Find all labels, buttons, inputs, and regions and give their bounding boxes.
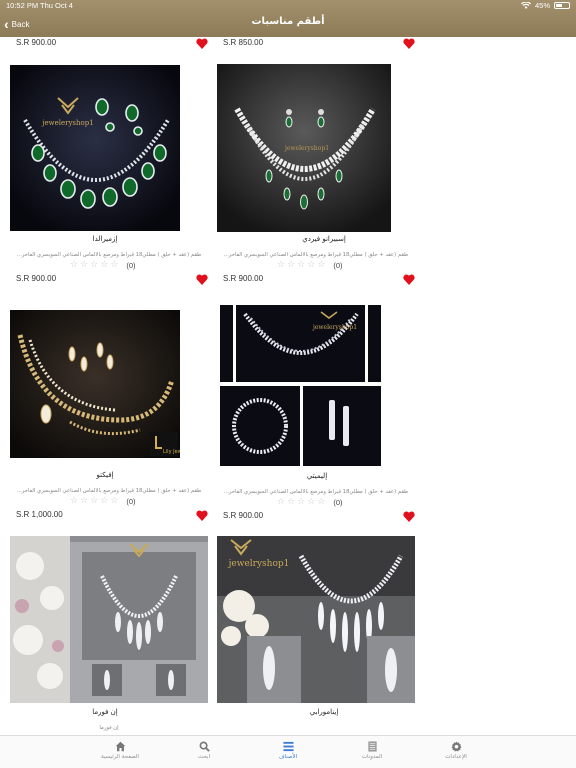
product-image[interactable]: jeweleryshop1 xyxy=(10,65,180,231)
svg-text:jeweleryshop1: jeweleryshop1 xyxy=(312,324,357,331)
star-icon: ☆ xyxy=(277,260,286,270)
rating-count: (0) xyxy=(333,498,343,507)
tab-label: الأصناف xyxy=(278,754,298,760)
svg-text:jeweleryshop1: jeweleryshop1 xyxy=(284,145,329,152)
product-name[interactable]: إسبيرانو فيردي xyxy=(229,235,419,243)
star-icon: ☆ xyxy=(307,497,316,507)
star-icon: ☆ xyxy=(317,497,326,507)
wifi-icon xyxy=(520,2,531,9)
navigation-header: 10:52 PM Thu Oct 4 45% ‹ Back أطقم مناسب… xyxy=(0,0,576,37)
star-icon: ☆ xyxy=(297,497,306,507)
menu-icon xyxy=(282,741,294,752)
star-icon: ☆ xyxy=(70,496,79,506)
rating: ☆ ☆ ☆ ☆ ☆ (0) xyxy=(277,497,343,508)
rating-count: (0) xyxy=(126,497,136,506)
product-name[interactable]: إن فورما xyxy=(10,708,200,716)
rating-count: (0) xyxy=(333,261,343,270)
product-description: طقم (عقد + حلق ) مطلي18 قيراط ومرصع بالأ… xyxy=(223,252,409,258)
star-icon: ☆ xyxy=(277,497,286,507)
home-icon xyxy=(115,741,125,752)
battery-percent: 45% xyxy=(534,1,550,10)
product-name[interactable]: إليميتي xyxy=(222,472,412,480)
svg-text:jewelryshop1: jewelryshop1 xyxy=(228,559,290,569)
star-icon: ☆ xyxy=(90,496,99,506)
star-icon: ☆ xyxy=(100,260,109,270)
star-icon: ☆ xyxy=(307,260,316,270)
product-image[interactable]: jeweleryshop1 xyxy=(217,64,391,232)
tab-settings[interactable]: الإعدادات xyxy=(416,741,496,760)
heart-icon[interactable] xyxy=(403,38,415,49)
star-icon: ☆ xyxy=(80,496,89,506)
status-indicators: 45% xyxy=(520,1,570,10)
star-icon: ☆ xyxy=(317,260,326,270)
tab-label: الصفحة الرئيسية xyxy=(101,754,139,760)
svg-text:jeweleryshop1: jeweleryshop1 xyxy=(41,119,93,127)
battery-icon xyxy=(554,2,570,9)
product-price: S.R 900.00 xyxy=(223,274,264,283)
rating: ☆ ☆ ☆ ☆ ☆ (0) xyxy=(277,260,343,271)
product-name[interactable]: إزميرالدا xyxy=(10,235,200,243)
product-description: طقم (عقد + حلق ) مطلي18 قيراط ومرصع بالأ… xyxy=(223,489,409,495)
heart-icon[interactable] xyxy=(196,510,208,521)
bottom-tab-bar: الإعدادات المدونات الأصناف ابحث الصفحة ا… xyxy=(0,735,576,768)
rating-count: (0) xyxy=(126,261,136,270)
star-icon: ☆ xyxy=(110,496,119,506)
tab-label: الإعدادات xyxy=(445,754,467,760)
status-time: 10:52 PM xyxy=(6,1,39,10)
status-date: Thu Oct 4 xyxy=(40,1,73,10)
product-image[interactable]: jeweleryshop1 xyxy=(217,302,384,468)
product-image[interactable]: jewelryshop1 xyxy=(217,536,415,703)
star-icon: ☆ xyxy=(80,260,89,270)
product-name[interactable]: إينامورابي xyxy=(229,708,419,716)
gear-icon xyxy=(450,741,462,752)
tab-label: ابحث xyxy=(197,754,210,760)
product-description: إن فورما xyxy=(99,725,119,731)
heart-icon[interactable] xyxy=(403,511,415,522)
star-icon: ☆ xyxy=(287,497,296,507)
star-icon: ☆ xyxy=(90,260,99,270)
product-price: S.R 900.00 xyxy=(223,511,264,520)
tab-home[interactable]: الصفحة الرئيسية xyxy=(80,741,160,760)
star-icon: ☆ xyxy=(100,496,109,506)
tab-search[interactable]: ابحث xyxy=(164,741,244,760)
page-title: أطقم مناسبات xyxy=(251,16,325,27)
heart-icon[interactable] xyxy=(196,274,208,285)
star-icon: ☆ xyxy=(110,260,119,270)
app-window: 10:52 PM Thu Oct 4 45% ‹ Back أطقم مناسب… xyxy=(0,0,576,768)
product-price: S.R 1,000.00 xyxy=(16,510,63,519)
status-bar: 10:52 PM Thu Oct 4 45% xyxy=(0,0,576,12)
blog-icon xyxy=(367,741,377,752)
product-image[interactable] xyxy=(10,536,208,703)
product-description: طقم (عقد + حلق ) مطلي18 قيراط ومرصع بالأ… xyxy=(16,488,202,494)
product-name[interactable]: إفيكتو xyxy=(10,471,200,479)
rating: ☆ ☆ ☆ ☆ ☆ (0) xyxy=(70,496,136,507)
star-icon: ☆ xyxy=(70,260,79,270)
product-image[interactable]: Lily Jewelery xyxy=(10,310,180,458)
search-icon xyxy=(199,741,210,752)
svg-text:Lily Jewelery: Lily Jewelery xyxy=(163,449,180,455)
tab-blogs[interactable]: المدونات xyxy=(332,741,412,760)
tab-categories[interactable]: الأصناف xyxy=(248,741,328,760)
rating: ☆ ☆ ☆ ☆ ☆ (0) xyxy=(70,260,136,271)
product-price: S.R 850.00 xyxy=(223,38,264,47)
star-icon: ☆ xyxy=(297,260,306,270)
product-price: S.R 900.00 xyxy=(16,38,57,47)
heart-icon[interactable] xyxy=(196,38,208,49)
tab-label: المدونات xyxy=(361,754,383,760)
heart-icon[interactable] xyxy=(403,274,415,285)
product-description: طقم (عقد + حلق ) مطلي18 قيراط ومرصع بالأ… xyxy=(16,252,202,258)
product-grid[interactable]: S.R 900.00 S.R 850.00 jeweleryshop1 إزمي… xyxy=(0,37,576,735)
star-icon: ☆ xyxy=(287,260,296,270)
product-price: S.R 900.00 xyxy=(16,274,57,283)
